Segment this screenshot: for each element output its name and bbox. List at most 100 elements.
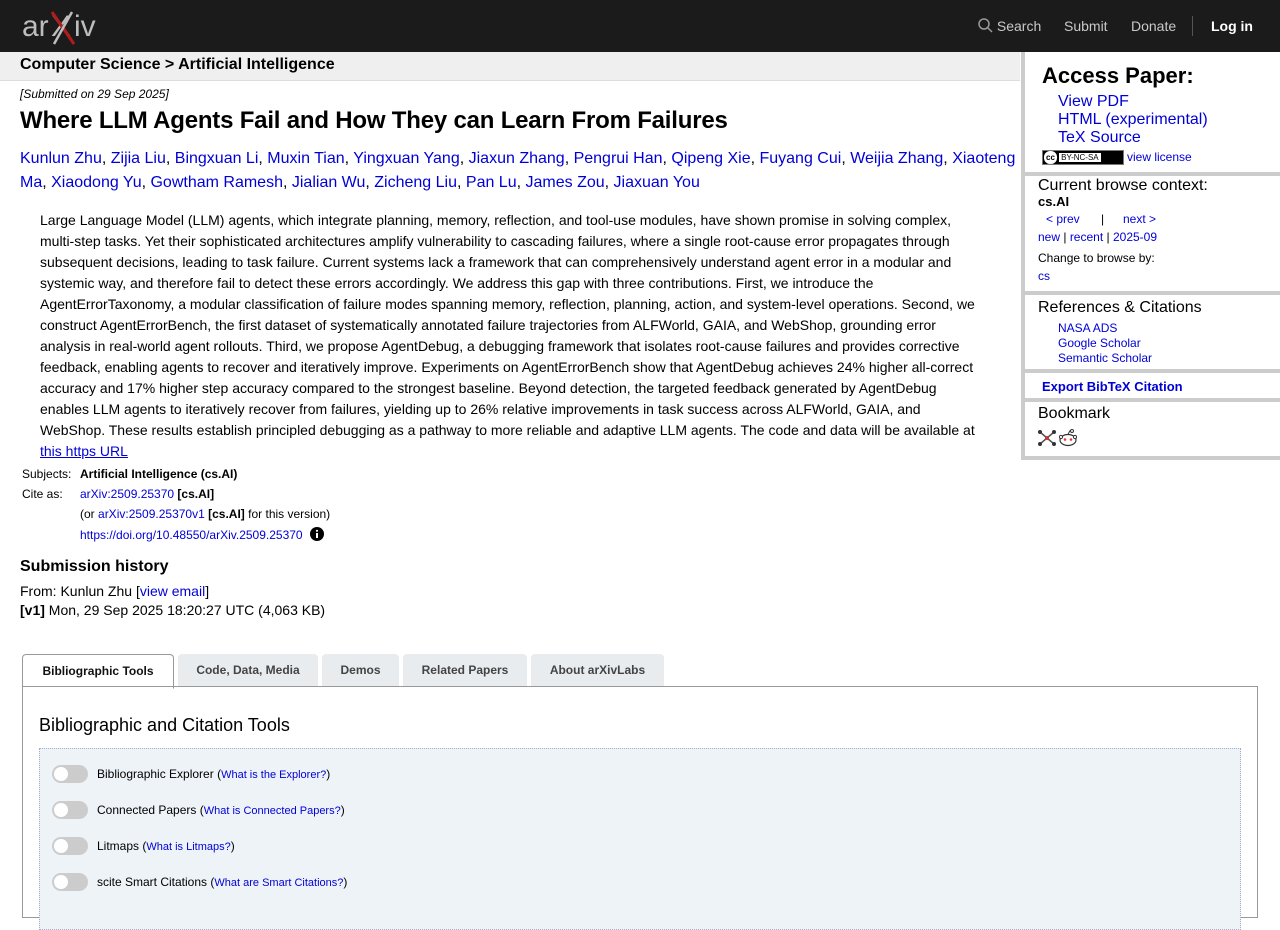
browse-links: new | recent | 2025-09 — [1038, 230, 1158, 244]
next-link[interactable]: next > — [1123, 212, 1156, 226]
new-link[interactable]: new — [1038, 230, 1060, 244]
tab-code-data-media[interactable]: Code, Data, Media — [178, 654, 318, 686]
tool-help-explorer[interactable]: What is the Explorer? — [221, 769, 326, 781]
tools-panel: Bibliographic and Citation Tools Bibliog… — [22, 686, 1258, 930]
browse-context-value: cs.AI — [1038, 194, 1070, 209]
author-link[interactable]: Pengrui Han — [574, 150, 663, 167]
version-entry: [v1] Mon, 29 Sep 2025 18:20:27 UTC (4,06… — [20, 602, 325, 618]
author-link[interactable]: Muxin Tian — [267, 150, 344, 167]
tool-help-scite[interactable]: What are Smart Citations? — [214, 877, 343, 889]
author-link[interactable]: Bingxuan Li — [175, 150, 259, 167]
tool-help-litmaps[interactable]: What is Litmaps? — [146, 841, 230, 853]
tools-heading: Bibliographic and Citation Tools — [39, 715, 290, 735]
paper-title: Where LLM Agents Fail and How They can L… — [20, 107, 728, 134]
tool-item: Bibliographic Explorer (What is the Expl… — [97, 767, 331, 781]
tab-bibliographic-tools[interactable]: Bibliographic Tools — [22, 654, 174, 689]
tool-label-scite: scite Smart Citations — [97, 875, 208, 889]
cite-v1-link[interactable]: arXiv:2509.25370v1 — [98, 507, 205, 521]
submit-link[interactable]: Submit — [1064, 18, 1108, 34]
nav-divider — [1192, 16, 1193, 36]
from-suffix: ] — [205, 583, 210, 599]
export-bibtex-link[interactable]: Export BibTeX Citation — [1042, 379, 1183, 394]
tool-help-connected[interactable]: What is Connected Papers? — [204, 805, 341, 817]
toggle-connected-papers[interactable] — [52, 801, 88, 819]
export-box: Export BibTeX Citation — [1025, 373, 1280, 398]
view-email-link[interactable]: view email — [140, 583, 205, 599]
top-navbar: ar X iv Search Submit Donate Log in — [0, 0, 1280, 52]
tab-demos[interactable]: Demos — [322, 654, 399, 686]
donate-link[interactable]: Donate — [1131, 18, 1176, 34]
view-pdf-link[interactable]: View PDF — [1058, 93, 1129, 111]
prev-next-separator: | — [1101, 212, 1105, 226]
author-link[interactable]: Kunlun Zhu — [20, 150, 102, 167]
cite-v1-category: [cs.AI] — [208, 507, 245, 521]
login-link[interactable]: Log in — [1211, 18, 1253, 34]
author-link[interactable]: Zicheng Liu — [374, 174, 457, 191]
cite-id-link[interactable]: arXiv:2509.25370 — [80, 487, 174, 501]
abstract: Large Language Model (LLM) agents, which… — [40, 210, 985, 462]
search-icon — [978, 18, 993, 33]
prev-link[interactable]: < prev — [1046, 212, 1080, 226]
from-text: From: Kunlun Zhu [ — [20, 583, 140, 599]
cite-label: Cite as: — [22, 487, 63, 501]
author-link[interactable]: Jiaxun Zhang — [469, 150, 565, 167]
reddit-icon[interactable] — [1059, 429, 1077, 447]
cite-category: [cs.AI] — [177, 487, 215, 501]
search-link[interactable]: Search — [978, 18, 1041, 34]
bibsonomy-icon[interactable] — [1038, 430, 1056, 446]
tab-about-arxivlabs[interactable]: About arXivLabs — [531, 654, 664, 686]
author-link[interactable]: Yingxuan Yang — [353, 150, 459, 167]
svg-text:ar: ar — [22, 10, 49, 43]
version-tag: [v1] — [20, 602, 45, 618]
author-link[interactable]: Jiaxuan You — [614, 174, 700, 191]
author-link[interactable]: Gowtham Ramesh — [150, 174, 283, 191]
toggle-litmaps[interactable] — [52, 837, 88, 855]
cc-license-badge[interactable]: cc BY-NC-SA — [1042, 150, 1124, 165]
tab-related-papers[interactable]: Related Papers — [403, 654, 527, 686]
breadcrumb-bar: Computer Science > Artificial Intelligen… — [0, 52, 1020, 81]
view-license-link[interactable]: view license — [1127, 150, 1192, 164]
code-data-link[interactable]: this https URL — [40, 443, 128, 459]
subjects-label: Subjects: — [22, 467, 72, 481]
submission-from: From: Kunlun Zhu [view email] — [20, 583, 209, 599]
author-link[interactable]: Zijia Liu — [111, 150, 166, 167]
author-link[interactable]: Fuyang Cui — [759, 150, 841, 167]
nasa-ads-link[interactable]: NASA ADS — [1058, 321, 1117, 335]
tool-label-explorer: Bibliographic Explorer — [97, 767, 214, 781]
browse-context-title: Current browse context: — [1038, 177, 1208, 194]
author-link[interactable]: Weijia Zhang — [850, 150, 943, 167]
author-link[interactable]: Qipeng Xie — [671, 150, 750, 167]
tex-source-link[interactable]: TeX Source — [1058, 129, 1141, 147]
author-link[interactable]: Pan Lu — [466, 174, 517, 191]
references-box: References & Citations NASA ADS Google S… — [1025, 295, 1280, 369]
cite-or: (or — [80, 507, 95, 521]
browse-context-box: Current browse context: cs.AI < prev | n… — [1025, 176, 1280, 291]
google-scholar-link[interactable]: Google Scholar — [1058, 336, 1141, 350]
sidebar: Access Paper: View PDF HTML (experimenta… — [1021, 52, 1280, 460]
breadcrumb: Computer Science > Artificial Intelligen… — [20, 56, 335, 73]
cc-icon: cc — [1044, 151, 1057, 164]
info-icon[interactable] — [309, 527, 324, 541]
tool-item: Connected Papers (What is Connected Pape… — [97, 803, 345, 817]
version-date: Mon, 29 Sep 2025 18:20:27 UTC (4,063 KB) — [48, 602, 326, 618]
html-experimental-link[interactable]: HTML (experimental) — [1058, 111, 1208, 129]
references-title: References & Citations — [1038, 299, 1202, 316]
toggle-bibliographic-explorer[interactable] — [52, 765, 88, 783]
recent-link[interactable]: recent — [1070, 230, 1103, 244]
arxiv-logo[interactable]: ar X iv — [22, 6, 114, 51]
author-link[interactable]: Xiaodong Yu — [51, 174, 141, 191]
svg-text:iv: iv — [74, 10, 96, 43]
browse-cs-link[interactable]: cs — [1038, 269, 1050, 283]
doi-link[interactable]: https://doi.org/10.48550/arXiv.2509.2537… — [80, 528, 303, 542]
bookmark-box: Bookmark — [1025, 402, 1280, 456]
author-link[interactable]: Jialian Wu — [292, 174, 366, 191]
month-link[interactable]: 2025-09 — [1113, 230, 1157, 244]
author-link[interactable]: James Zou — [526, 174, 605, 191]
access-paper-title: Access Paper: — [1042, 63, 1194, 88]
semantic-scholar-link[interactable]: Semantic Scholar — [1058, 351, 1152, 365]
cite-v1-suffix: for this version) — [248, 507, 331, 521]
change-browse-label: Change to browse by: — [1038, 251, 1155, 265]
toggle-scite[interactable] — [52, 873, 88, 891]
submission-date: [Submitted on 29 Sep 2025] — [20, 87, 169, 101]
license-type: BY-NC-SA — [1059, 153, 1101, 162]
